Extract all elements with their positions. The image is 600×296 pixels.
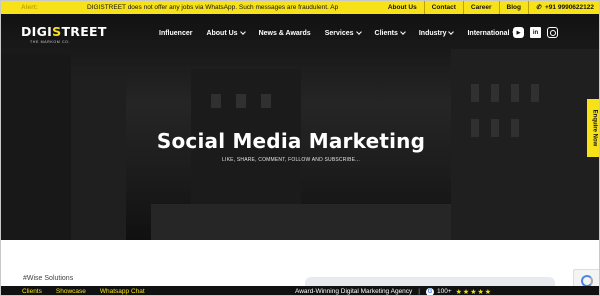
bottom-bar: Clients Showcase Whatsapp Chat Award-Win…: [1, 286, 599, 296]
bottom-link-showcase[interactable]: Showcase: [56, 288, 86, 295]
alert-label: Alert:: [21, 4, 38, 11]
divider: |: [418, 288, 420, 295]
top-link-about-us[interactable]: About Us: [381, 1, 424, 14]
nav-item-label: News & Awards: [258, 29, 311, 37]
nav-item-label: Clients: [374, 29, 398, 37]
alert-bar: Alert: DIGISTREET does not offer any job…: [1, 1, 599, 14]
nav-item-label: About Us: [206, 29, 238, 37]
hero-subtitle: LIKE, SHARE, COMMENT, FOLLOW AND SUBSCRI…: [222, 157, 360, 163]
social-links: ▶ in: [513, 27, 564, 38]
nav-item-international[interactable]: International: [467, 28, 518, 37]
youtube-icon[interactable]: ▶: [513, 27, 524, 38]
chevron-down-icon: [400, 28, 406, 35]
logo-text-pre: DIGI: [21, 24, 53, 39]
top-link-phone[interactable]: ✆ +91 9990622122: [527, 1, 599, 14]
nav-menu: Influencer About Us News & Awards Servic…: [159, 27, 531, 39]
section-label: #Wise Solutions: [23, 275, 74, 282]
page-title: Social Media Marketing: [156, 129, 426, 153]
nav-item-label: Services: [324, 29, 354, 37]
enquire-now-label: Enquire Now: [591, 109, 598, 147]
site-logo[interactable]: DIGISTREET THE MARKOM CO.: [21, 24, 107, 44]
top-link-blog[interactable]: Blog: [498, 1, 528, 14]
page-frame: Alert: DIGISTREET does not offer any job…: [0, 0, 600, 296]
phone-icon: ✆: [535, 5, 542, 11]
linkedin-icon[interactable]: in: [530, 27, 541, 38]
instagram-icon[interactable]: [547, 27, 558, 38]
google-icon: G: [426, 287, 434, 295]
top-links: About Us Contact Career Blog ✆ +91 999062…: [381, 1, 599, 14]
top-link-career[interactable]: Career: [462, 1, 499, 14]
alert-message: DIGISTREET does not offer any jobs via W…: [87, 4, 339, 11]
nav-item-label: Industry: [418, 29, 447, 37]
logo-wordmark: DIGISTREET: [21, 24, 107, 39]
bottom-link-whatsapp-chat[interactable]: Whatsapp Chat: [100, 288, 145, 295]
chevron-down-icon: [355, 28, 362, 35]
nav-item-clients[interactable]: Clients: [374, 28, 406, 37]
bottom-links: Clients Showcase Whatsapp Chat: [1, 288, 159, 295]
rating-stars: ★★★★★: [455, 288, 493, 296]
phone-number: +91 9990622122: [545, 4, 594, 11]
nav-item-about-us[interactable]: About Us: [206, 28, 246, 37]
nav-item-industry[interactable]: Industry: [418, 28, 455, 37]
rating-count: 100+: [437, 288, 452, 295]
logo-text-post: TREET: [61, 24, 107, 39]
chevron-down-icon: [448, 28, 455, 35]
nav-item-label: International: [467, 29, 510, 37]
nav-item-news-awards[interactable]: News & Awards: [259, 30, 311, 37]
bottom-link-clients[interactable]: Clients: [22, 288, 42, 295]
logo-tagline: THE MARKOM CO.: [30, 40, 71, 44]
chevron-down-icon: [239, 28, 246, 35]
main-nav: DIGISTREET THE MARKOM CO. Influencer Abo…: [1, 14, 599, 51]
nav-item-services[interactable]: Services: [324, 28, 362, 37]
nav-item-influencer[interactable]: Influencer: [159, 30, 192, 37]
nav-item-label: Influencer: [159, 29, 193, 37]
top-link-contact[interactable]: Contact: [423, 1, 463, 14]
bottom-tagline-group: Award-Winning Digital Marketing Agency |…: [295, 286, 493, 296]
agency-tagline: Award-Winning Digital Marketing Agency: [295, 288, 413, 295]
enquire-now-button[interactable]: Enquire Now: [587, 99, 599, 157]
